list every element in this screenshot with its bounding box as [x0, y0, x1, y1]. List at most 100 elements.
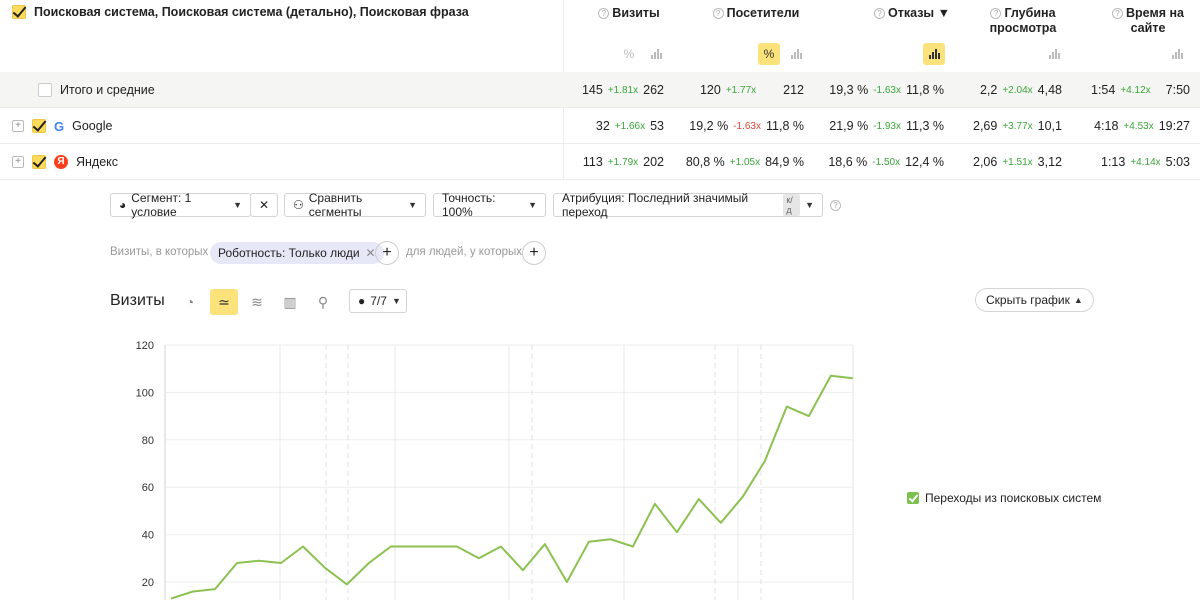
clear-segment-button[interactable]: ✕ [250, 193, 278, 217]
row-checkbox[interactable] [32, 155, 46, 169]
cell-time: 1:54 +4.12x 7:50 [1091, 83, 1190, 97]
y-tick-label: 60 [142, 482, 154, 494]
bar-mode-button[interactable] [645, 43, 667, 65]
map-view-button[interactable]: ⚲ [309, 289, 337, 315]
col-header-depth[interactable]: ? Глубина просмотра [988, 6, 1058, 36]
area-chart-view-button[interactable]: ≋ [243, 289, 271, 315]
line-chart-icon: ≃ [218, 293, 230, 310]
expand-icon[interactable]: + [12, 156, 24, 168]
y-tick-label: 40 [142, 530, 154, 542]
y-tick-label: 20 [142, 577, 154, 589]
chart-title: Визиты [110, 292, 165, 309]
row-checkbox[interactable] [38, 83, 52, 97]
add-visit-condition-button[interactable]: + [375, 241, 399, 265]
cell-visitors: 120 +1.77x 212 [699, 83, 804, 97]
visits-line-chart: 120 100 80 60 40 20 [136, 340, 854, 600]
accuracy-dropdown[interactable]: Точность: 100% ▼ [433, 191, 546, 219]
y-tick-label: 100 [136, 387, 154, 399]
row-label-text: Итого и средние [60, 83, 155, 97]
table-header: Поисковая система, Поисковая система (де… [0, 0, 1200, 180]
attribution-tag: к/д [783, 194, 801, 216]
chevron-down-icon: ▼ [233, 200, 242, 210]
pie-icon: ◕ [119, 198, 127, 212]
bar-mode-button[interactable] [1043, 43, 1065, 65]
cell-time: 1:13 +4.14x 5:03 [1101, 155, 1190, 169]
cell-depth: 2,69 +3.77x 10,1 [973, 119, 1062, 133]
bar-mode-button[interactable] [1166, 43, 1188, 65]
chevron-down-icon: ▼ [391, 296, 401, 306]
grouping-title-text: Поисковая система, Поисковая система (де… [34, 5, 469, 19]
y-tick-label: 120 [136, 340, 154, 352]
select-all-checkbox[interactable] [12, 5, 26, 19]
row-label-text[interactable]: Яндекс [76, 155, 118, 169]
pie-chart-icon: ◔ [185, 294, 195, 310]
chevron-down-icon: ▼ [528, 200, 537, 210]
row-label: Итого и средние [38, 72, 155, 108]
annotations-dropdown[interactable]: ● 7/7 ▼ [349, 289, 407, 313]
chart-legend[interactable]: Переходы из поисковых систем [907, 491, 1101, 505]
cell-depth: 2,2 +2.04x 4,48 [979, 83, 1062, 97]
comment-icon: ● [358, 294, 366, 308]
row-label-text[interactable]: Google [72, 119, 112, 133]
col-header-visits[interactable]: ? Визиты [598, 6, 660, 21]
help-icon[interactable]: ? [874, 8, 886, 19]
cell-time: 4:18 +4.53x 19:27 [1094, 119, 1190, 133]
bar-chart-view-button[interactable]: ▥ [276, 289, 304, 315]
add-user-condition-button[interactable]: + [522, 241, 546, 265]
bar-mode-button[interactable] [923, 43, 945, 65]
table-row-yandex: + Я Яндекс 113 +1.79x 202 80,8 % +1.05x 84,9… [0, 144, 1200, 180]
cell-bounces: 19,3 % -1.63x 11,8 % [829, 83, 944, 97]
help-icon[interactable]: ? [990, 8, 1002, 19]
bars-icon [650, 49, 662, 59]
pie-chart-view-button[interactable]: ◔ [176, 289, 204, 315]
help-icon[interactable]: ? [830, 200, 841, 211]
cell-depth: 2,06 +1.51x 3,12 [973, 155, 1062, 169]
google-logo-icon: G [54, 118, 65, 134]
percent-mode-button[interactable]: % [758, 43, 780, 65]
help-icon[interactable]: ? [598, 8, 610, 19]
row-checkbox[interactable] [32, 119, 46, 133]
hide-chart-button[interactable]: Скрыть график ▲ [975, 288, 1094, 312]
cell-visits: 32 +1.66x 53 [595, 119, 664, 133]
cell-visits: 145 +1.81x 262 [581, 83, 664, 97]
y-tick-label: 80 [142, 435, 154, 447]
segment-dropdown[interactable]: ◕ Сегмент: 1 условие ▼ [110, 191, 251, 219]
help-icon[interactable]: ? [712, 8, 724, 19]
cell-visitors: 19,2 % -1.63x 11,8 % [689, 119, 804, 133]
bars-icon [790, 49, 802, 59]
col-header-bounces[interactable]: ? Отказы ▼ [874, 6, 950, 21]
bars-icon [928, 49, 940, 59]
row-label: + Я Яндекс [12, 144, 118, 180]
chevron-up-icon: ▲ [1073, 295, 1083, 305]
line-chart-view-button[interactable]: ≃ [210, 289, 238, 315]
visits-where-label: Визиты, в которых [110, 246, 209, 258]
close-icon: ✕ [258, 198, 270, 212]
plus-icon: + [382, 244, 392, 261]
for-people-label: для людей, у которых [406, 246, 523, 258]
table-row-totals: Итого и средние 145 +1.81x 262 120 +1.77x 21… [0, 72, 1200, 108]
robotness-filter-chip[interactable]: Роботность: Только люди ✕ [210, 242, 384, 264]
expand-icon[interactable]: + [12, 120, 24, 132]
col-header-time[interactable]: ? Время на сайте [1110, 6, 1186, 36]
compare-icon: ⚇ [293, 198, 304, 212]
bars-icon [1171, 49, 1183, 59]
yandex-logo-icon: Я [54, 155, 68, 169]
cell-bounces: 21,9 % -1.93x 11,3 % [829, 119, 944, 133]
col-header-visitors[interactable]: ? Посетители [712, 6, 800, 21]
table-row-google: + G Google 32 +1.66x 53 19,2 % -1.63x 11,8 %… [0, 108, 1200, 144]
report-table: Поисковая система, Поисковая система (де… [0, 0, 1200, 180]
legend-checkbox[interactable] [907, 492, 919, 504]
grouping-title[interactable]: Поисковая система, Поисковая система (де… [12, 5, 469, 19]
percent-mode-button[interactable]: % [618, 43, 640, 65]
chevron-down-icon: ▼ [408, 200, 417, 210]
bar-mode-button[interactable] [785, 43, 807, 65]
chevron-down-icon: ▼ [805, 200, 814, 210]
map-pin-icon: ⚲ [317, 293, 329, 310]
compare-segments-dropdown[interactable]: ⚇ Сравнить сегменты ▼ [284, 191, 426, 219]
legend-label: Переходы из поисковых систем [925, 491, 1102, 505]
help-icon[interactable]: ? [1112, 8, 1124, 19]
cell-bounces: 18,6 % -1.50x 12,4 % [828, 155, 944, 169]
cell-visitors: 80,8 % +1.05x 84,9 % [685, 155, 804, 169]
bar-chart-icon: ▥ [283, 293, 297, 310]
attribution-dropdown[interactable]: Атрибуция: Последний значимый переход к/… [553, 191, 823, 219]
